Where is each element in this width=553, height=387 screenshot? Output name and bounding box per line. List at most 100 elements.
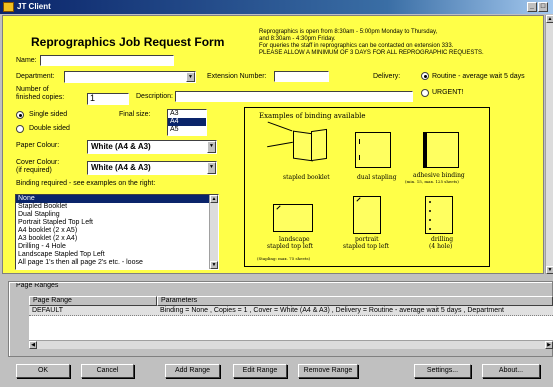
- pointer-line: [267, 121, 293, 132]
- copies-label: Number of finished copies:: [16, 86, 64, 102]
- landscape-icon: [273, 204, 313, 232]
- pointer-line: [267, 141, 293, 148]
- copies-field[interactable]: 1: [87, 93, 129, 105]
- list-item[interactable]: Stapled Booklet: [16, 203, 218, 211]
- row-page-range: DEFAULT: [32, 307, 63, 314]
- window-title: JT Client: [17, 2, 51, 11]
- edit-range-button[interactable]: Edit Range: [233, 364, 287, 378]
- name-label: Name:: [16, 57, 37, 64]
- delivery-routine-radio[interactable]: [421, 72, 429, 80]
- drilling-sub-label: (4 hole): [429, 243, 453, 250]
- double-sided-label: Double sided: [29, 125, 70, 132]
- page-ranges-frame: Page Range Parameters DEFAULT Binding = …: [8, 281, 553, 357]
- window-scrollbar[interactable]: ▲ ▼: [545, 15, 553, 274]
- maximize-button[interactable]: □: [538, 2, 548, 12]
- list-item[interactable]: A3: [168, 110, 206, 118]
- stapled-booklet-icon: [293, 130, 313, 162]
- paper-colour-select[interactable]: White (A4 & A3) ▼: [87, 140, 217, 154]
- dual-stapling-icon: [355, 132, 391, 168]
- binding-list[interactable]: None Stapled Booklet Dual Stapling Portr…: [15, 194, 219, 270]
- settings-button[interactable]: Settings...: [414, 364, 471, 378]
- col-page-range-header[interactable]: Page Range: [29, 296, 157, 306]
- delivery-label: Delivery:: [373, 73, 401, 80]
- description-field[interactable]: [175, 91, 413, 102]
- info-line: PLEASE ALLOW A MINIMUM OF 3 DAYS FOR ALL…: [259, 50, 484, 56]
- list-item[interactable]: A4 booklet (2 x A5): [16, 227, 218, 235]
- staple-icon: [276, 205, 281, 210]
- staple-icon: [359, 139, 360, 144]
- ok-button[interactable]: OK: [16, 364, 70, 378]
- hole-icon: [429, 228, 431, 230]
- staple-icon: [359, 155, 360, 160]
- extension-field[interactable]: [274, 71, 329, 82]
- stapled-booklet-label: stapled booklet: [283, 174, 330, 181]
- binding-list-scrollbar[interactable]: ▲ ▼: [209, 195, 218, 269]
- scroll-left-icon[interactable]: ◀: [29, 341, 37, 349]
- adhesive-binding-icon: [423, 132, 459, 168]
- about-button[interactable]: About...: [482, 364, 540, 378]
- paper-colour-label: Paper Colour:: [16, 142, 60, 149]
- list-item[interactable]: Landscape Stapled Top Left: [16, 251, 218, 259]
- info-line: For queries the staff in reprographics c…: [259, 43, 454, 49]
- list-item[interactable]: None: [16, 195, 218, 203]
- cover-colour-value: White (A4 & A3): [91, 163, 151, 172]
- scroll-up-icon[interactable]: ▲: [546, 15, 553, 23]
- delivery-urgent-label: URGENT!: [432, 89, 464, 96]
- scroll-down-icon[interactable]: ▼: [546, 266, 553, 274]
- form-heading: Reprographics Job Request Form: [31, 35, 225, 49]
- cover-colour-label: Cover Colour: (if required): [16, 159, 59, 175]
- name-field[interactable]: [40, 55, 174, 66]
- binding-required-label: Binding required - see examples on the r…: [16, 180, 156, 187]
- drilling-label: drilling: [431, 236, 454, 243]
- landscape-sub-label: stapled top left: [267, 243, 313, 250]
- adhesive-label: adhesive binding: [413, 172, 465, 179]
- chevron-down-icon[interactable]: ▼: [186, 72, 195, 82]
- scroll-up-icon[interactable]: ▲: [210, 195, 218, 203]
- final-size-list[interactable]: A3 A4 A5: [167, 109, 207, 136]
- cover-colour-label-line: (if required): [16, 167, 52, 174]
- list-item[interactable]: Portrait Stapled Top Left: [16, 219, 218, 227]
- extension-label: Extension Number:: [207, 73, 267, 80]
- row-parameters: Binding = None , Copies = 1 , Cover = Wh…: [160, 307, 504, 314]
- col-parameters-header[interactable]: Parameters: [157, 296, 553, 306]
- adhesive-sub-label: (min. 15, max. 125 sheets): [405, 179, 459, 184]
- department-label: Department:: [16, 73, 55, 80]
- landscape-label: landscape: [279, 236, 310, 243]
- binding-panel-title: Examples of binding available: [259, 112, 366, 120]
- list-item[interactable]: Drilling - 4 Hole: [16, 243, 218, 251]
- scroll-right-icon[interactable]: ▶: [545, 341, 553, 349]
- department-select[interactable]: ▼: [64, 71, 196, 83]
- list-item[interactable]: A3 booklet (2 x A4): [16, 235, 218, 243]
- minimize-button[interactable]: _: [527, 2, 537, 12]
- delivery-urgent-radio[interactable]: [421, 89, 429, 97]
- stapled-booklet-icon: [311, 128, 327, 162]
- table-row[interactable]: DEFAULT Binding = None , Copies = 1 , Co…: [29, 306, 553, 316]
- copies-label-line: Number of: [16, 86, 49, 93]
- paper-colour-value: White (A4 & A3): [91, 142, 151, 151]
- chevron-down-icon[interactable]: ▼: [207, 162, 216, 174]
- list-item[interactable]: Dual Stapling: [16, 211, 218, 219]
- chevron-down-icon[interactable]: ▼: [207, 141, 216, 153]
- hole-icon: [429, 210, 431, 212]
- add-range-button[interactable]: Add Range: [165, 364, 220, 378]
- single-sided-radio[interactable]: [16, 111, 24, 119]
- list-item[interactable]: A5: [168, 126, 206, 134]
- list-item[interactable]: All page 1's then all page 2's etc. - lo…: [16, 259, 218, 267]
- title-bar[interactable]: JT Client _ □: [0, 0, 553, 14]
- portrait-sub-label: stapled top left: [343, 243, 389, 250]
- list-item[interactable]: A4: [168, 118, 206, 126]
- horizontal-scrollbar[interactable]: ◀ ▶: [29, 340, 553, 349]
- staple-icon: [356, 197, 361, 202]
- app-icon: [3, 2, 14, 12]
- hole-icon: [429, 219, 431, 221]
- hole-icon: [429, 201, 431, 203]
- cover-colour-select[interactable]: White (A4 & A3) ▼: [87, 161, 217, 175]
- cancel-button[interactable]: Cancel: [81, 364, 134, 378]
- scroll-down-icon[interactable]: ▼: [210, 261, 218, 269]
- double-sided-radio[interactable]: [16, 125, 24, 133]
- single-sided-label: Single sided: [29, 111, 68, 118]
- drilling-icon: [425, 196, 453, 234]
- remove-range-button[interactable]: Remove Range: [298, 364, 358, 378]
- copies-label-line: finished copies:: [16, 94, 65, 101]
- cover-colour-label-line: Cover Colour:: [16, 159, 60, 166]
